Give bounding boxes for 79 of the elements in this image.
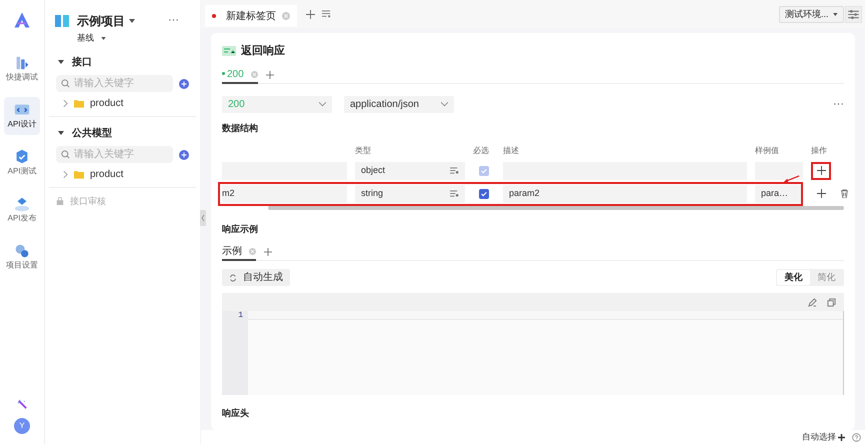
caret-icon [833,12,838,16]
help-icon[interactable] [852,432,861,442]
add-icon[interactable] [264,248,272,256]
nav-icon [13,195,31,213]
column-header: 类型 [355,146,371,154]
tree-item[interactable]: product [45,163,200,185]
input-field[interactable]: m2 [222,184,347,202]
add-tab-icon[interactable] [306,10,315,18]
response-icon [222,46,236,56]
format-toggle[interactable]: 美化 [777,270,810,285]
project-selector[interactable]: 示例项目 [77,12,135,30]
section-title: 返回响应 [241,44,285,59]
plus-icon [816,189,826,198]
nav-item[interactable]: API发布 [4,191,40,229]
caret-icon [101,37,106,40]
section-title: 接口 [72,56,92,70]
edit-icon[interactable] [808,298,817,306]
project-icon [54,13,70,29]
expand-caret-icon[interactable] [58,60,64,64]
input-field[interactable] [755,162,803,180]
input-field[interactable]: param2 [503,184,747,202]
type-settings-icon[interactable] [450,190,459,197]
section-title: 响应头 [222,407,250,420]
folder-icon [74,170,84,178]
column-header: 样例值 [755,146,779,154]
type-select[interactable]: string [355,184,465,202]
input-field[interactable]: para… [755,184,803,202]
chevron-icon [441,102,448,107]
nav-item[interactable]: 快捷调试 [4,50,40,88]
type-settings-icon[interactable] [450,167,459,174]
caret-icon [129,19,135,23]
tree-item[interactable]: product [45,92,200,114]
nav-icon [13,242,31,260]
environment-select[interactable]: 测试环境... [779,6,844,22]
line-number: 1 [237,311,243,321]
plus-icon [816,166,826,175]
dropdown-select[interactable]: application/json [344,96,454,113]
column-header: 操作 [811,146,827,154]
code-editor[interactable]: 1 [222,293,844,395]
column-header: 描述 [503,146,519,154]
add-row-button[interactable] [811,162,831,180]
copy-icon[interactable] [827,298,836,306]
app-logo [12,10,32,30]
settings-icon[interactable] [845,6,862,22]
search-icon [61,150,70,159]
response-tab[interactable]: 示例 [222,244,256,260]
section-title: 数据结构 [222,122,259,135]
section-title: 响应示例 [222,222,259,236]
folder-icon [74,98,84,108]
search-field[interactable]: 请输入关键字 [56,75,173,92]
add-icon [838,434,845,440]
section-title: 公共模型 [72,126,112,140]
required-checkbox[interactable] [479,188,489,198]
lock-icon [56,197,64,205]
type-select[interactable]: object [355,162,465,180]
more-button[interactable]: ··· [833,96,844,113]
add-icon[interactable] [179,148,189,162]
collapse-handle-icon[interactable] [200,210,206,226]
nav-item[interactable]: API测试 [4,144,40,182]
search-field[interactable]: 请输入关键字 [56,146,173,163]
tab-list-icon[interactable] [322,10,331,18]
refresh-icon [229,274,237,282]
nav-item[interactable]: 项目设置 [4,238,40,276]
expand-caret-icon[interactable] [58,131,64,135]
more-button[interactable]: ··· [168,12,179,28]
magic-wand-icon[interactable] [16,399,28,410]
chevron-icon [319,102,326,107]
search-icon [61,79,70,88]
nav-item[interactable]: API设计 [4,97,40,135]
branch-selector[interactable]: 基线 [77,31,135,46]
auto-select-button[interactable]: 自动选择 [796,430,845,444]
delete-icon[interactable] [840,189,849,198]
add-icon[interactable] [179,76,189,90]
editor-tab[interactable]: 新建标签页 [205,5,297,27]
column-header: 必选 [473,146,489,154]
add-icon[interactable] [266,71,274,79]
arrow-icon [782,175,800,184]
auto-generate-button[interactable]: 自动生成 [222,269,290,286]
horizontal-scrollbar[interactable] [268,206,844,210]
